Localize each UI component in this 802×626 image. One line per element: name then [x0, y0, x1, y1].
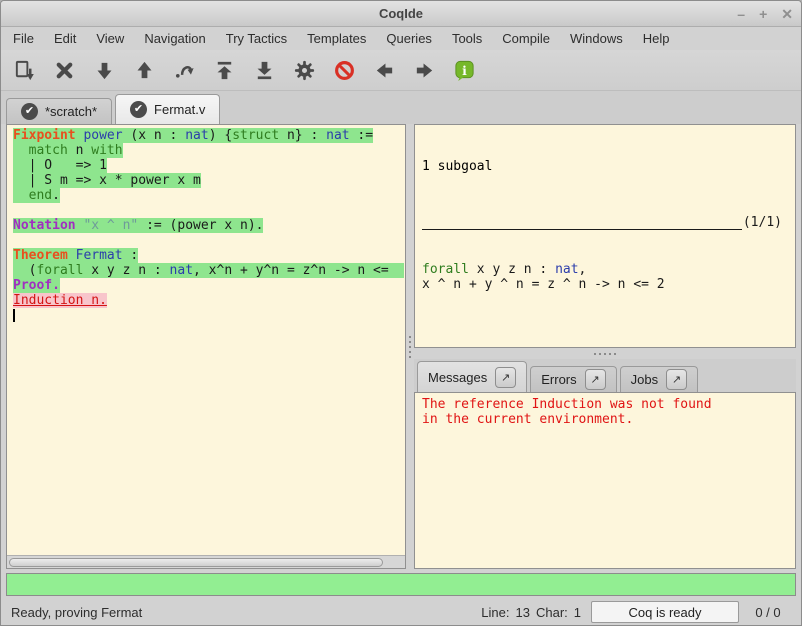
- script-editor-panel: Fixpoint power (x n : nat) {struct n} : …: [6, 124, 406, 569]
- goal-text: forall x y z n : nat,x ^ n + y ^ n = z ^…: [422, 262, 788, 292]
- message-tab-label: Jobs: [631, 372, 658, 387]
- code-line: match n with: [13, 143, 404, 158]
- menu-item-windows[interactable]: Windows: [560, 29, 633, 48]
- save-icon[interactable]: [11, 57, 37, 83]
- slots-counter: 0 / 0: [745, 605, 791, 620]
- menu-item-file[interactable]: File: [3, 29, 44, 48]
- detach-icon[interactable]: ↗: [666, 369, 687, 390]
- menu-item-try-tactics[interactable]: Try Tactics: [216, 29, 297, 48]
- goal-header: 1 subgoal: [422, 159, 788, 174]
- go-to-end-icon[interactable]: [251, 57, 277, 83]
- line-value: 13: [516, 605, 530, 620]
- go-to-start-icon[interactable]: [211, 57, 237, 83]
- doc-tab-label: Fermat.v: [154, 102, 205, 117]
- maximize-icon[interactable]: +: [759, 7, 767, 21]
- message-line: The reference Induction was not found: [422, 397, 788, 412]
- minimize-icon[interactable]: –: [737, 7, 745, 21]
- right-column: 1 subgoal (1/1) forall x y z n : nat,x ^…: [414, 124, 796, 569]
- message-tab-strip: Messages ↗ Errors ↗ Jobs ↗: [414, 359, 796, 392]
- title-bar[interactable]: CoqIde – + ✕: [1, 1, 801, 27]
- horizontal-splitter[interactable]: [414, 348, 796, 359]
- vertical-splitter[interactable]: [406, 124, 414, 569]
- code-line: [13, 203, 404, 218]
- gear-icon[interactable]: [291, 57, 317, 83]
- message-tab-jobs[interactable]: Jobs ↗: [620, 366, 698, 392]
- script-editor[interactable]: Fixpoint power (x n : nat) {struct n} : …: [7, 125, 405, 555]
- doc-tab-fermatv[interactable]: ✔ Fermat.v: [115, 94, 220, 124]
- menu-item-queries[interactable]: Queries: [376, 29, 442, 48]
- previous-icon[interactable]: [371, 57, 397, 83]
- code-line: [13, 233, 404, 248]
- code-line: (forall x y z n : nat, x^n + y^n = z^n -…: [13, 263, 404, 278]
- main-area: Fixpoint power (x n : nat) {struct n} : …: [1, 124, 801, 569]
- menu-bar: FileEditViewNavigationTry TacticsTemplat…: [1, 27, 801, 50]
- line-label: Line:: [481, 605, 509, 620]
- code-line: [13, 308, 404, 323]
- next-icon[interactable]: [411, 57, 437, 83]
- message-tab-messages[interactable]: Messages ↗: [417, 361, 527, 392]
- menu-item-view[interactable]: View: [86, 29, 134, 48]
- code-line: Fixpoint power (x n : nat) {struct n} : …: [13, 128, 404, 143]
- menu-item-navigation[interactable]: Navigation: [134, 29, 215, 48]
- close-icon[interactable]: ✕: [781, 7, 793, 21]
- step-forward-icon[interactable]: [91, 57, 117, 83]
- goal-separator: (1/1): [422, 215, 782, 230]
- status-right: Line: 13 Char: 1 Coq is ready 0 / 0: [481, 601, 791, 623]
- detach-icon[interactable]: ↗: [495, 367, 516, 388]
- progress-bar: [6, 573, 796, 596]
- editor-horizontal-scrollbar[interactable]: [7, 555, 405, 568]
- menu-item-edit[interactable]: Edit: [44, 29, 86, 48]
- goal-counter: (1/1): [742, 215, 782, 230]
- message-tab-label: Messages: [428, 370, 487, 385]
- status-message: Ready, proving Fermat: [11, 605, 481, 620]
- close-x-icon[interactable]: [51, 57, 77, 83]
- interrupt-icon[interactable]: [331, 57, 357, 83]
- goal-line: forall x y z n : nat,: [422, 262, 788, 277]
- detach-icon[interactable]: ↗: [585, 369, 606, 390]
- text-cursor: [13, 309, 15, 322]
- check-icon: ✔: [130, 101, 147, 118]
- coq-status-button[interactable]: Coq is ready: [591, 601, 739, 623]
- check-icon: ✔: [21, 103, 38, 120]
- code-line: | S m => x * power x m: [13, 173, 404, 188]
- menu-item-help[interactable]: Help: [633, 29, 680, 48]
- document-tab-strip: ✔ *scratch* ✔ Fermat.v: [1, 91, 801, 124]
- goal-panel: 1 subgoal (1/1) forall x y z n : nat,x ^…: [414, 124, 796, 348]
- code-line: | O => 1: [13, 158, 404, 173]
- char-label: Char:: [536, 605, 568, 620]
- message-tab-errors[interactable]: Errors ↗: [530, 366, 616, 392]
- svg-text:i: i: [462, 62, 467, 77]
- coqide-window: CoqIde – + ✕ FileEditViewNavigationTry T…: [0, 0, 802, 626]
- code-line: Theorem Fermat :: [13, 248, 404, 263]
- code-line: Induction n.: [13, 293, 404, 308]
- doc-tab-scratch[interactable]: ✔ *scratch*: [6, 98, 112, 124]
- message-tab-label: Errors: [541, 372, 576, 387]
- goal-separator-line: [422, 220, 742, 230]
- code-line: end.: [13, 188, 404, 203]
- scrollbar-thumb[interactable]: [9, 558, 383, 567]
- step-backward-icon[interactable]: [131, 57, 157, 83]
- toolbar: i: [1, 50, 801, 91]
- char-value: 1: [574, 605, 581, 620]
- status-bar: Ready, proving Fermat Line: 13 Char: 1 C…: [1, 599, 801, 625]
- about-icon[interactable]: i: [451, 57, 477, 83]
- goto-cursor-icon[interactable]: [171, 57, 197, 83]
- code-line: Notation "x ^ n" := (power x n).: [13, 218, 404, 233]
- message-line: in the current environment.: [422, 412, 788, 427]
- menu-item-compile[interactable]: Compile: [492, 29, 560, 48]
- doc-tab-label: *scratch*: [45, 104, 97, 119]
- code-line: Proof.: [13, 278, 404, 293]
- menu-item-tools[interactable]: Tools: [442, 29, 492, 48]
- window-title: CoqIde: [1, 6, 801, 21]
- window-controls: – + ✕: [737, 1, 793, 26]
- messages-panel: The reference Induction was not foundin …: [414, 392, 796, 569]
- menu-item-templates[interactable]: Templates: [297, 29, 376, 48]
- goal-line: x ^ n + y ^ n = z ^ n -> n <= 2: [422, 277, 788, 292]
